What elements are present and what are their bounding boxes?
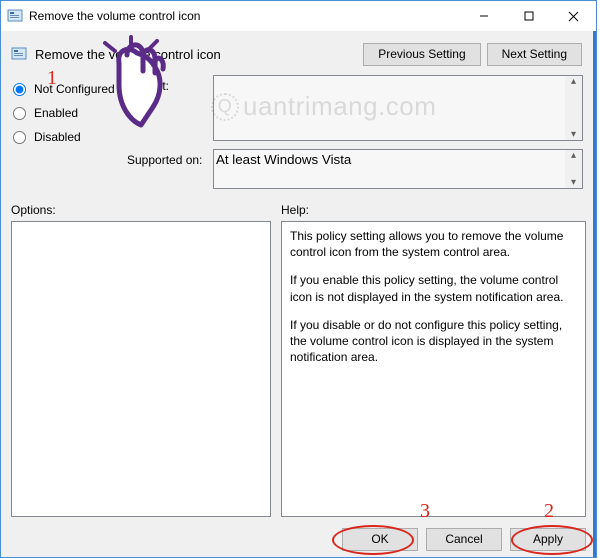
annotation-1: 1 xyxy=(47,67,57,90)
title-bar: Remove the volume control icon xyxy=(1,1,596,31)
supported-on-label: Supported on: xyxy=(127,153,202,167)
radio-label: Enabled xyxy=(34,106,78,120)
help-paragraph: If you disable or do not configure this … xyxy=(290,317,577,366)
policy-icon xyxy=(7,8,23,24)
close-button[interactable] xyxy=(551,1,596,31)
window-title: Remove the volume control icon xyxy=(29,9,200,23)
help-paragraph: This policy setting allows you to remove… xyxy=(290,228,577,260)
apply-button[interactable]: Apply xyxy=(510,528,586,551)
minimize-button[interactable] xyxy=(461,1,506,31)
policy-icon xyxy=(11,46,27,62)
next-setting-button[interactable]: Next Setting xyxy=(487,43,582,66)
help-label: Help: xyxy=(281,203,586,217)
annotation-2: 2 xyxy=(544,500,554,523)
policy-title: Remove the volume control icon xyxy=(35,47,221,62)
radio-enabled-input[interactable] xyxy=(13,107,26,120)
help-paragraph: If you enable this policy setting, the v… xyxy=(290,272,577,304)
radio-not-configured-input[interactable] xyxy=(13,83,26,96)
ok-button[interactable]: OK xyxy=(342,528,418,551)
policy-editor-window: Remove the volume control icon xyxy=(0,0,597,558)
previous-setting-button[interactable]: Previous Setting xyxy=(363,43,480,66)
maximize-button[interactable] xyxy=(506,1,551,31)
supported-on-textarea xyxy=(213,149,583,189)
comment-textarea[interactable] xyxy=(213,75,583,141)
options-box xyxy=(11,221,271,517)
annotation-3: 3 xyxy=(420,500,430,523)
radio-label: Disabled xyxy=(34,130,81,144)
help-box: This policy setting allows you to remove… xyxy=(281,221,586,517)
cancel-button[interactable]: Cancel xyxy=(426,528,502,551)
dialog-footer: OK Cancel Apply xyxy=(1,521,596,557)
radio-disabled-input[interactable] xyxy=(13,131,26,144)
options-label: Options: xyxy=(11,203,271,217)
window-edge xyxy=(593,31,596,557)
comment-label: ent: xyxy=(149,79,169,93)
